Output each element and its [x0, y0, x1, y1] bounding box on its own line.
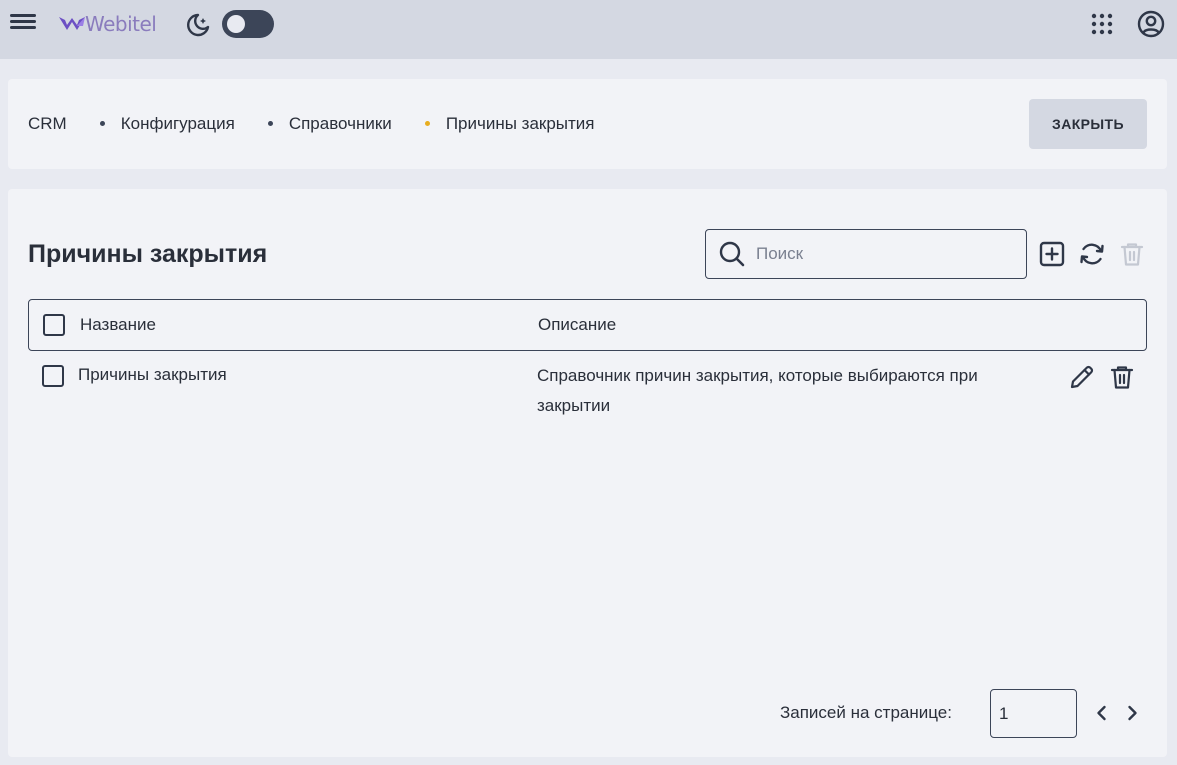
rows-per-page-input[interactable]	[990, 689, 1077, 738]
breadcrumb-item-crm[interactable]: CRM	[28, 114, 67, 134]
chevron-left-icon[interactable]	[1092, 703, 1112, 723]
webitel-logo[interactable]: Webitel	[57, 10, 157, 38]
delete-selected-icon	[1120, 243, 1144, 266]
apps-grid-icon[interactable]	[1091, 13, 1113, 35]
search-field[interactable]	[705, 229, 1027, 279]
refresh-icon[interactable]	[1078, 240, 1106, 268]
menu-icon[interactable]	[10, 12, 36, 36]
breadcrumb-separator	[267, 120, 273, 126]
breadcrumb-separator-active	[424, 120, 430, 126]
table-header: Название Описание	[28, 299, 1147, 351]
breadcrumb-item-dictionaries[interactable]: Справочники	[289, 114, 392, 134]
page-title: Причины закрытия	[28, 240, 268, 268]
chevron-right-icon[interactable]	[1122, 703, 1142, 723]
search-input[interactable]	[756, 244, 1006, 264]
breadcrumb-item-configuration[interactable]: Конфигурация	[121, 114, 235, 134]
table-cell-name[interactable]: Причины закрытия	[78, 365, 227, 385]
edit-icon[interactable]	[1068, 363, 1096, 391]
logo-text: Webitel	[85, 12, 157, 36]
search-icon[interactable]	[718, 240, 746, 268]
close-button[interactable]: ЗАКРЫТЬ	[1029, 99, 1147, 149]
select-all-checkbox[interactable]	[43, 314, 65, 336]
delete-icon[interactable]	[1108, 363, 1136, 391]
account-icon[interactable]	[1137, 10, 1165, 38]
app-header: Webitel	[0, 0, 1177, 59]
breadcrumb-panel: CRM Конфигурация Справочники Причины зак…	[8, 79, 1167, 169]
breadcrumb: CRM Конфигурация Справочники Причины зак…	[28, 79, 595, 169]
breadcrumb-item-current: Причины закрытия	[445, 114, 595, 133]
column-header-name[interactable]: Название	[80, 315, 156, 335]
add-icon[interactable]	[1038, 240, 1066, 268]
column-header-description[interactable]: Описание	[538, 315, 616, 335]
main-panel: Причины закрытия Название Описание Причи…	[8, 189, 1167, 757]
breadcrumb-separator	[99, 120, 105, 126]
webitel-logo-mark	[59, 17, 85, 30]
row-checkbox[interactable]	[42, 365, 64, 387]
rows-per-page-label: Записей на странице:	[780, 703, 952, 722]
theme-toggle[interactable]	[222, 10, 274, 38]
moon-icon[interactable]	[184, 11, 212, 39]
table-cell-description: Справочник причин закрытия, которые выби…	[537, 366, 978, 415]
